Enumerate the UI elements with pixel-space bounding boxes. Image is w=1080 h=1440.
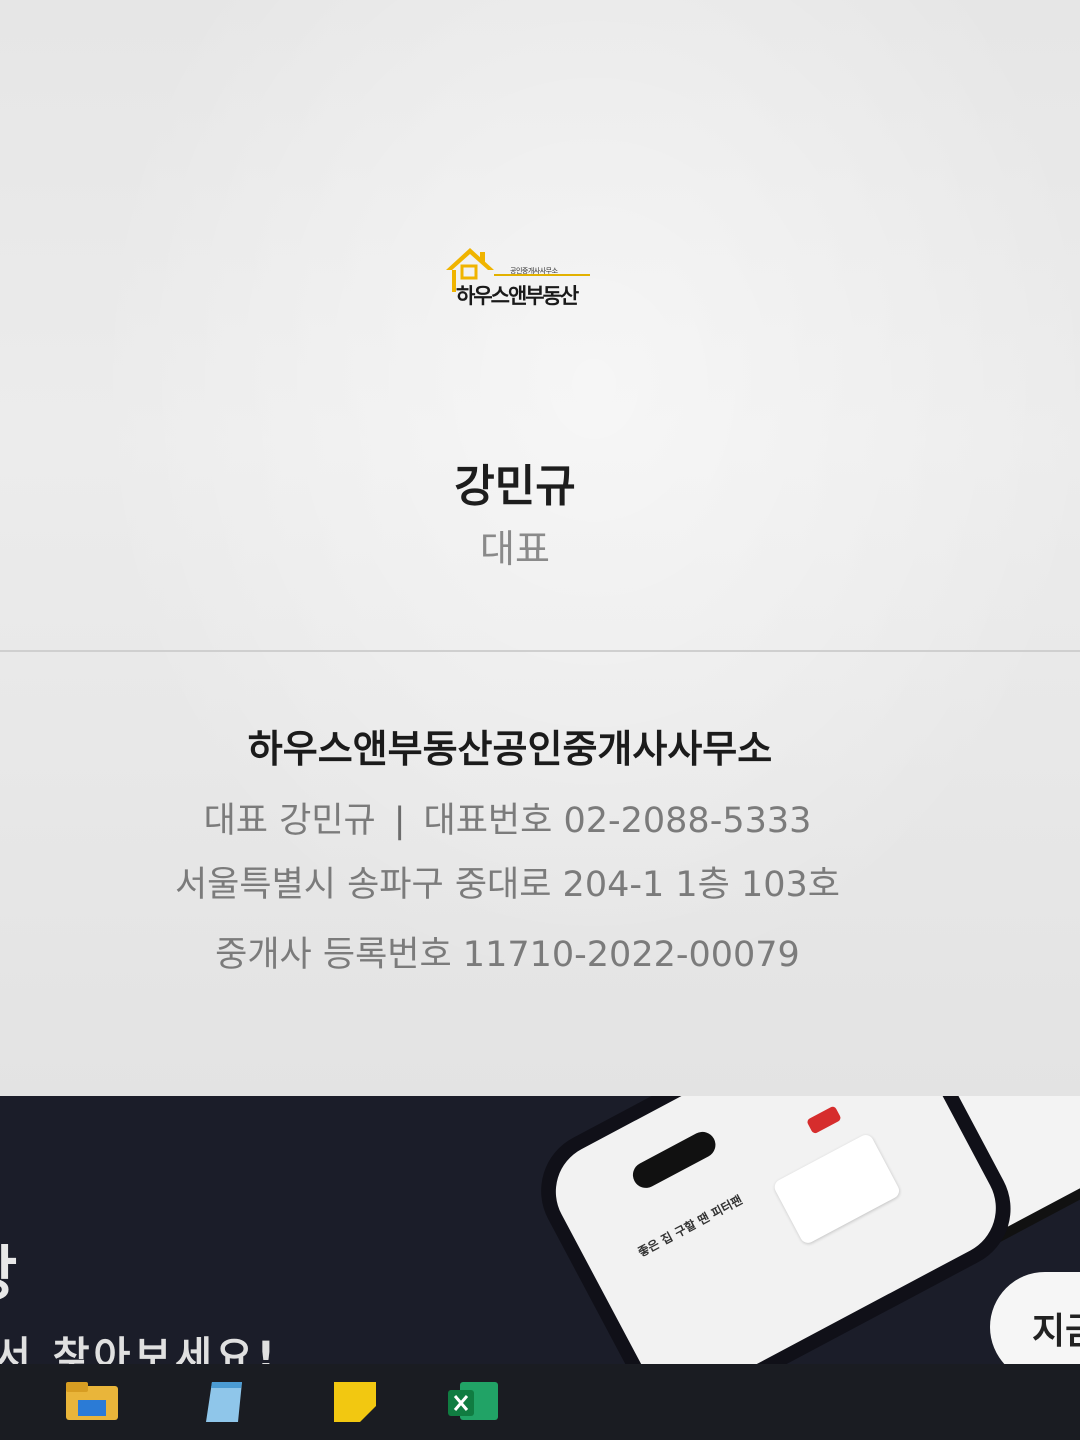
file-explorer-icon[interactable] bbox=[64, 1378, 120, 1424]
logo-name: 하우스앤부동산 bbox=[456, 284, 579, 308]
agency-logo: 공인중개사사무소 하우스앤부동산 bbox=[442, 244, 592, 316]
agent-profile-page: 공인중개사사무소 하우스앤부동산 강민규 대표 하우스앤부동산공인중개사사무소 … bbox=[0, 0, 1080, 1100]
registration-number: 중개사 등록번호 11710-2022-00079 bbox=[215, 935, 800, 975]
phone-notch bbox=[628, 1127, 721, 1193]
address: 서울특별시 송파구 중대로 204-1 1층 103호 bbox=[174, 865, 840, 905]
contact-line: 대표 강민규 | 대표번호 02-2088-5333 bbox=[0, 792, 1015, 843]
taskbar bbox=[0, 1364, 1080, 1440]
phone-mockup: 좋은 집 구할 땐 피터팬 bbox=[520, 1096, 1032, 1364]
agent-role: 대표 bbox=[480, 527, 550, 571]
cta-label: 지금 bbox=[1032, 1311, 1080, 1352]
phone-screen: 좋은 집 구할 땐 피터팬 bbox=[538, 1096, 1013, 1364]
phone-badge bbox=[806, 1105, 842, 1135]
phone-headline: 좋은 집 구할 땐 피터팬 bbox=[635, 1192, 745, 1260]
cta-button[interactable]: 지금 bbox=[990, 1272, 1080, 1364]
divider bbox=[0, 650, 1080, 652]
company-name: 하우스앤부동산공인중개사사무소 bbox=[247, 727, 773, 771]
notepad-icon[interactable] bbox=[198, 1378, 254, 1424]
promo-banner[interactable]: 방 서 찾아보세요! 좋은 집 구할 땐 피터팬 지금 bbox=[0, 1096, 1080, 1364]
phone-number[interactable]: 대표번호 02-2088-5333 bbox=[424, 801, 812, 841]
banner-subtitle: 서 찾아보세요! bbox=[0, 1334, 279, 1364]
representative-label: 대표 강민규 bbox=[203, 801, 376, 841]
separator: | bbox=[393, 801, 406, 841]
agent-name: 강민규 bbox=[454, 461, 576, 512]
sticky-notes-icon[interactable] bbox=[328, 1378, 384, 1424]
excel-icon[interactable] bbox=[446, 1378, 502, 1424]
banner-title: 방 bbox=[0, 1226, 17, 1313]
screen: 공인중개사사무소 하우스앤부동산 강민규 대표 하우스앤부동산공인중개사사무소 … bbox=[0, 0, 1080, 1440]
phone-card bbox=[771, 1132, 902, 1246]
logo-tagline: 공인중개사사무소 bbox=[510, 267, 558, 275]
